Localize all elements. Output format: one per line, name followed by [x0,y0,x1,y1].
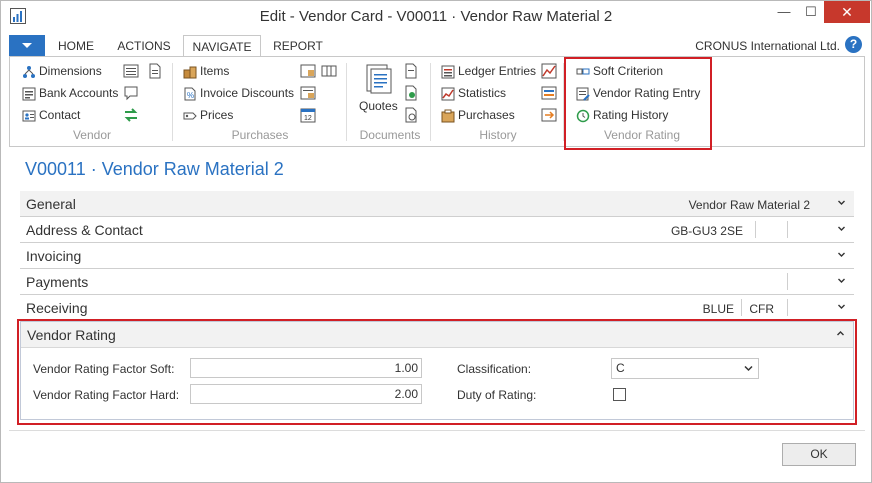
dimensions-icon [23,65,35,78]
ribbon-panel: Dimensions Bank Accounts Contact Vendor … [9,56,865,147]
statistics-icon [441,87,455,101]
tab-home[interactable]: HOME [47,35,105,57]
chart-icon[interactable] [541,63,557,79]
invoice-discount-icon: % [184,87,196,101]
return-order-icon[interactable] [403,107,419,123]
group-separator [430,63,431,141]
divider [787,273,788,290]
divider [755,221,756,238]
price-tag-icon [183,112,197,120]
chevron-down-icon [838,252,845,257]
help-icon[interactable]: ? [845,36,862,53]
entries-icon[interactable] [541,85,557,101]
fasttab-summary-value: BLUE [702,302,734,316]
close-button[interactable]: ✕ [824,1,870,23]
ribbon-tab-row: HOME ACTIONS NAVIGATE REPORT CRONUS Inte… [1,32,871,57]
ribbon-highlight-frame [564,57,712,150]
tab-actions[interactable]: ACTIONS [107,35,181,57]
comment-icon[interactable] [123,85,139,101]
items-icon [183,66,197,79]
svg-text:%: % [187,91,194,100]
order-icon[interactable] [403,63,419,79]
company-name: CRONUS International Ltd. [695,39,840,53]
minimize-button[interactable]: — [771,1,797,23]
item-list-icon[interactable] [300,63,316,79]
ledger-icon [441,65,455,79]
ribbon-bank-accounts[interactable]: Bank Accounts [22,84,118,102]
ribbon-ledger-entries[interactable]: Ledger Entries [441,62,536,80]
chevron-down-icon [838,304,845,309]
ribbon-contact[interactable]: Contact [22,106,80,124]
group-label-purchases: Purchases [231,128,289,142]
group-label-vendor: Vendor [72,128,112,142]
ribbon-label: Dimensions [39,64,102,78]
divider [787,299,788,316]
chevron-down-icon [838,226,845,231]
fasttab-general[interactable]: General Vendor Raw Material 2 [20,191,854,217]
fasttab-payments[interactable]: Payments [20,269,854,295]
fasttab-title: Receiving [26,300,88,316]
title-bar: Edit - Vendor Card - V00011 · Vendor Raw… [1,1,871,32]
navigate-entries-icon[interactable] [541,107,557,123]
section-highlight-frame [17,319,857,425]
bank-icon [22,87,36,101]
ribbon-prices[interactable]: Prices [183,106,233,124]
fasttab-title: Address & Contact [26,222,143,238]
divider [741,299,742,316]
document-icon[interactable] [147,63,163,79]
ribbon-label: Items [200,64,230,78]
chevron-down-icon [22,43,32,48]
purchases-icon [441,109,455,123]
window: Edit - Vendor Card - V00011 · Vendor Raw… [0,0,872,483]
group-label-documents: Documents [359,128,421,142]
fasttab-receiving[interactable]: Receiving BLUE CFR [20,295,854,321]
window-title: Edit - Vendor Card - V00011 · Vendor Raw… [259,8,613,25]
application-menu-button[interactable] [9,35,45,56]
ribbon-invoice-discounts[interactable]: % Invoice Discounts [183,84,294,102]
svg-text:12: 12 [304,115,312,122]
fasttab-title: Invoicing [26,248,82,264]
exchange-arrows-icon[interactable] [123,107,139,123]
tab-report[interactable]: REPORT [263,35,333,57]
fasttab-summary-value: GB-GU3 2SE [670,224,743,238]
price-list-icon[interactable] [300,85,316,101]
divider [787,221,788,238]
list-icon[interactable] [123,63,139,79]
ok-button[interactable]: OK [782,443,856,466]
ribbon-label: Prices [200,108,234,122]
page-title: V00011 · Vendor Raw Material 2 [25,159,284,179]
blanket-order-icon[interactable] [403,85,419,101]
fasttab-summary-value: Vendor Raw Material 2 [688,198,810,212]
calendar-icon[interactable]: 12 [300,107,316,123]
contact-card-icon [22,110,36,122]
ribbon-quotes[interactable]: Quotes [359,97,398,115]
ribbon-label: Contact [39,108,81,122]
ribbon-statistics[interactable]: Statistics [441,84,506,102]
chevron-down-icon [838,200,845,205]
chevron-down-icon [838,278,845,283]
divider [9,430,865,431]
ribbon-dimensions[interactable]: Dimensions [22,62,102,80]
fasttab-address-contact[interactable]: Address & Contact GB-GU3 2SE [20,217,854,243]
group-label-history: History [479,128,517,142]
ribbon-items[interactable]: Items [183,62,229,80]
ribbon-label: Invoice Discounts [200,86,295,100]
fasttab-title: Payments [26,274,89,290]
fasttab-summary-value: CFR [749,302,774,316]
quotes-icon[interactable] [364,63,394,95]
tab-navigate[interactable]: NAVIGATE [183,35,261,57]
fasttab-title: General [26,196,76,212]
ribbon-history-purchases[interactable]: Purchases [441,106,515,124]
group-separator [172,63,173,141]
group-separator [346,63,347,141]
columns-icon[interactable] [321,63,337,79]
ribbon-label: Purchases [458,108,515,122]
ribbon-label: Bank Accounts [39,86,119,100]
ribbon-label: Ledger Entries [458,64,537,78]
fasttab-invoicing[interactable]: Invoicing [20,243,854,269]
ribbon-label: Statistics [458,86,507,100]
maximize-button[interactable]: ☐ [798,1,824,23]
